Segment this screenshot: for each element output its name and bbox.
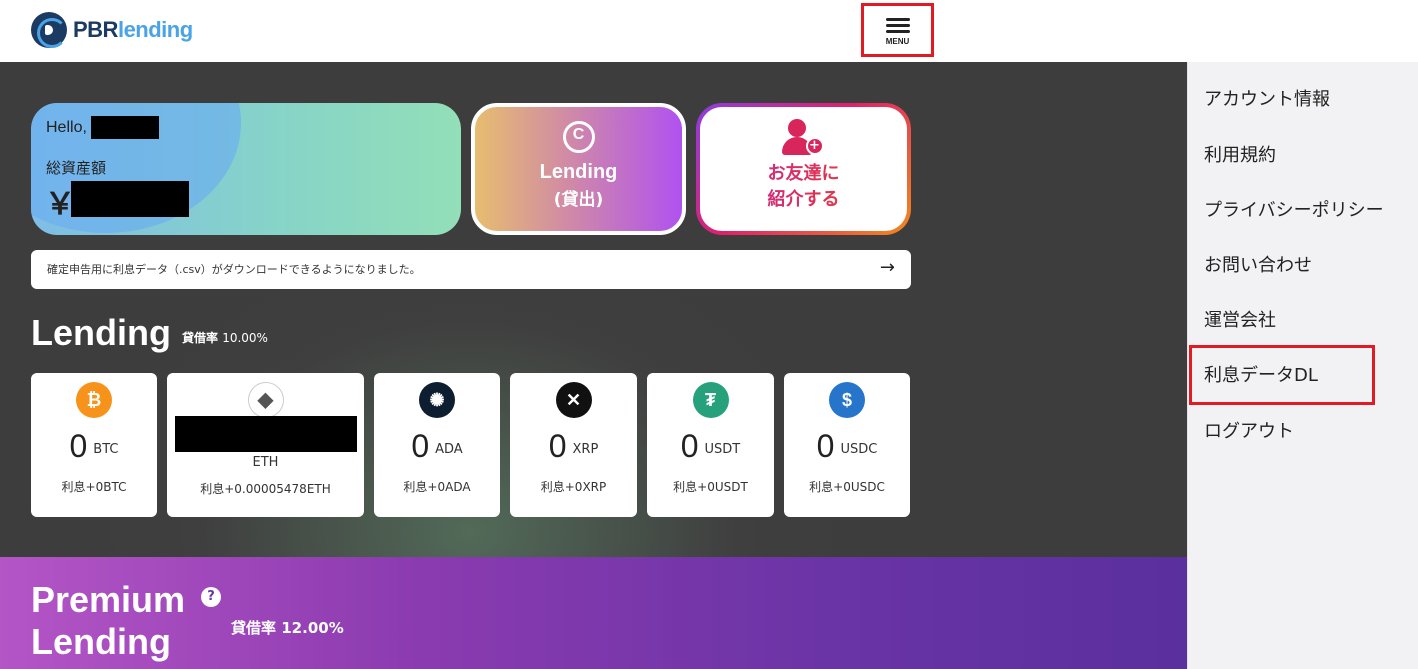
csv-download-notice[interactable]: 確定申告用に利息データ（.csv）がダウンロードできるようになりました。 → bbox=[31, 250, 911, 289]
side-menu: アカウント情報 利用規約 プライバシーポリシー お問い合わせ 運営会社 利息デー… bbox=[1187, 62, 1418, 669]
pbr-lending-logo[interactable]: PBRlending bbox=[31, 12, 193, 48]
coin-card-btc[interactable]: ₿ 0 BTC 利息+0BTC bbox=[31, 373, 157, 517]
menu-item-contact[interactable]: お問い合わせ bbox=[1204, 251, 1312, 277]
menu-item-terms[interactable]: 利用規約 bbox=[1204, 141, 1276, 167]
hamburger-icon bbox=[885, 15, 910, 36]
cardano-icon: ✺ bbox=[419, 382, 455, 418]
coin-amount: 0 bbox=[69, 428, 88, 464]
invite-friend-button[interactable]: + お友達に 紹介する bbox=[696, 103, 911, 235]
redacted-eth-amount bbox=[175, 416, 357, 452]
coin-interest: 利息+0BTC bbox=[61, 480, 127, 494]
coin-card-usdc[interactable]: $ 0 USDC 利息+0USDC bbox=[784, 373, 910, 517]
coin-amount: 0 bbox=[680, 428, 699, 464]
lending-rate: 貸借率 10.00% bbox=[182, 331, 268, 345]
invite-friend-inner: + お友達に 紹介する bbox=[700, 107, 907, 231]
coin-interest: 利息+0ADA bbox=[403, 480, 471, 494]
top-header: PBRlending MENU bbox=[0, 0, 1418, 62]
premium-lending-title: Premium Lending bbox=[31, 579, 186, 662]
coin-card-eth[interactable]: ◆ ETH 利息+0.00005478ETH bbox=[167, 373, 364, 517]
premium-lending-section: Premium Lending ? 貸借率 12.00% bbox=[0, 557, 1187, 669]
menu-button[interactable]: MENU bbox=[861, 3, 934, 57]
coin-amount: 0 bbox=[816, 428, 835, 464]
logo-mark-icon bbox=[31, 12, 67, 48]
coin-interest: 利息+0.00005478ETH bbox=[200, 482, 331, 496]
menu-item-privacy-policy[interactable]: プライバシーポリシー bbox=[1204, 196, 1384, 222]
redacted-total-assets bbox=[71, 181, 189, 217]
invite-friend-label: お友達に 紹介する bbox=[700, 161, 907, 213]
coin-card-usdt[interactable]: ₮ 0 USDT 利息+0USDT bbox=[647, 373, 774, 517]
tether-icon: ₮ bbox=[692, 382, 729, 418]
usdc-icon: $ bbox=[829, 382, 865, 418]
lending-button[interactable]: Lending (貸出) bbox=[471, 103, 686, 235]
coin-symbol: USDT bbox=[704, 442, 741, 457]
menu-item-interest-data-download[interactable]: 利息データDL bbox=[1204, 361, 1318, 387]
help-icon[interactable]: ? bbox=[201, 587, 221, 607]
lending-button-sublabel: (貸出) bbox=[553, 190, 604, 210]
premium-rate: 貸借率 12.00% bbox=[231, 619, 344, 637]
logo-text: PBRlending bbox=[73, 17, 193, 42]
coin-amount: 0 bbox=[411, 428, 430, 464]
menu-item-logout[interactable]: ログアウト bbox=[1204, 417, 1294, 443]
notice-text: 確定申告用に利息データ（.csv）がダウンロードできるようになりました。 bbox=[47, 263, 421, 276]
coin-symbol: ADA bbox=[435, 442, 463, 457]
menu-label: MENU bbox=[885, 36, 910, 46]
coin-card-ada[interactable]: ✺ 0 ADA 利息+0ADA bbox=[374, 373, 500, 517]
xrp-icon: ✕ bbox=[555, 382, 592, 418]
coin-symbol: ETH bbox=[252, 455, 279, 470]
redacted-username bbox=[91, 116, 159, 139]
ethereum-icon: ◆ bbox=[247, 382, 284, 418]
bitcoin-icon: ₿ bbox=[76, 382, 112, 418]
add-user-icon: + bbox=[781, 119, 826, 157]
menu-item-company[interactable]: 運営会社 bbox=[1204, 306, 1276, 332]
coin-card-xrp[interactable]: ✕ 0 XRP 利息+0XRP bbox=[510, 373, 637, 517]
menu-item-account-info[interactable]: アカウント情報 bbox=[1204, 85, 1330, 111]
coin-interest: 利息+0XRP bbox=[540, 480, 607, 494]
dashboard-main: Hello, 総資産額 ￥ Lending (貸出) + お友達に 紹介する 確… bbox=[0, 62, 1187, 557]
greeting: Hello, bbox=[46, 119, 87, 136]
lending-section-title: Lending bbox=[31, 312, 171, 353]
account-summary-card: Hello, 総資産額 ￥ bbox=[31, 103, 461, 235]
coin-interest: 利息+0USDT bbox=[673, 480, 748, 494]
lending-coin-icon bbox=[562, 121, 595, 153]
coin-symbol: USDC bbox=[840, 442, 878, 457]
lending-button-label: Lending bbox=[539, 161, 618, 183]
coin-symbol: XRP bbox=[572, 442, 599, 457]
arrow-right-icon: → bbox=[879, 257, 895, 278]
coin-symbol: BTC bbox=[93, 442, 119, 457]
coin-interest: 利息+0USDC bbox=[809, 480, 885, 494]
coin-amount: 0 bbox=[548, 428, 567, 464]
total-assets-label: 総資産額 bbox=[46, 159, 107, 177]
